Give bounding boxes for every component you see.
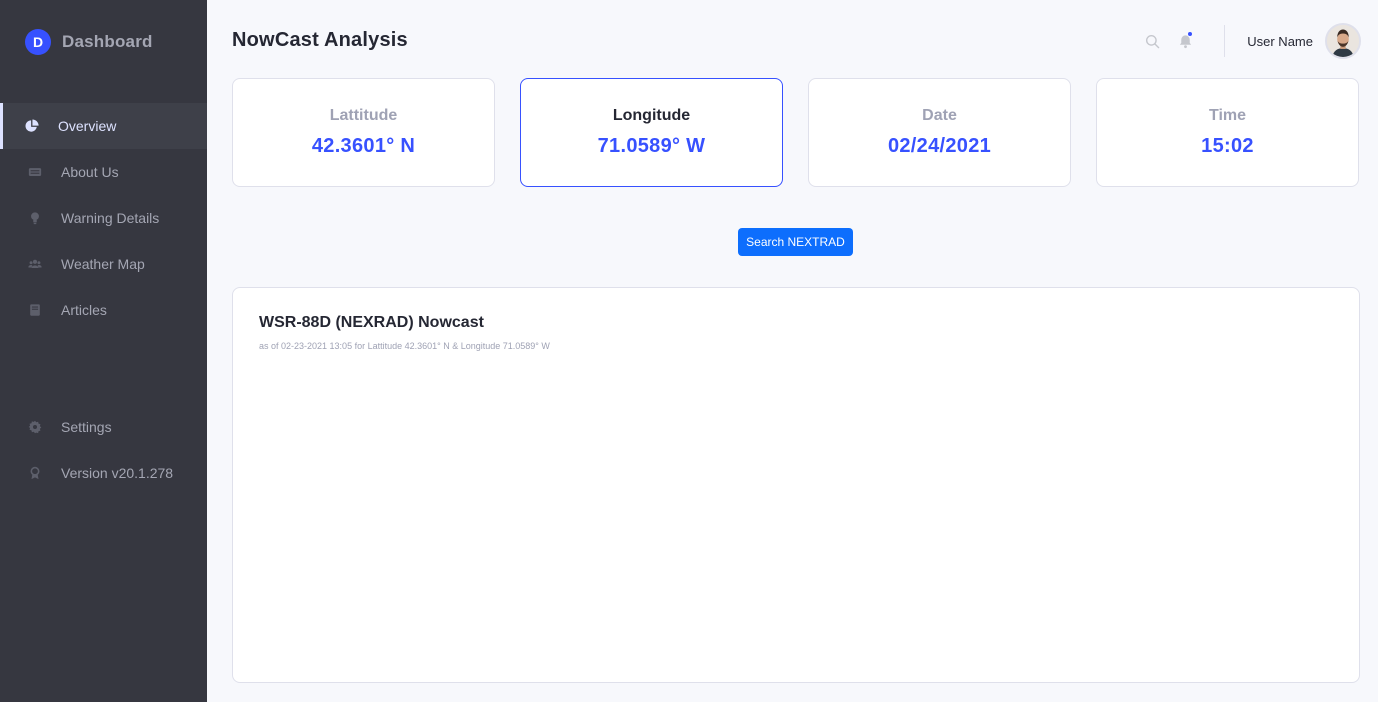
sidebar-item-label: Overview — [58, 118, 117, 134]
sidebar-item-warning-details[interactable]: Warning Details — [0, 195, 207, 241]
card-label: Longitude — [612, 107, 691, 124]
card-label: Time — [1208, 107, 1247, 124]
main-content: NowCast Analysis User Name Lattitude 42.… — [207, 0, 1378, 702]
header-actions: User Name — [1144, 22, 1361, 60]
sidebar-item-label: Warning Details — [61, 210, 160, 226]
longitude-card[interactable]: Longitude 71.0589° W — [520, 78, 783, 187]
card-value: 71.0589° W — [597, 135, 706, 157]
gear-icon — [28, 420, 42, 434]
panel-title: WSR-88D (NEXRAD) Nowcast — [259, 314, 484, 331]
sidebar-item-version[interactable]: Version v20.1.278 — [0, 450, 207, 496]
sidebar-bottom-nav: Settings Version v20.1.278 — [0, 404, 207, 496]
search-icon[interactable] — [1144, 33, 1160, 49]
brand-title: Dashboard — [62, 32, 153, 51]
card-value: 02/24/2021 — [887, 135, 992, 157]
sidebar: D Dashboard Overview About Us Warning De… — [0, 0, 207, 702]
card-value: 15:02 — [1201, 135, 1254, 157]
book-icon — [28, 303, 42, 317]
sidebar-item-label: Articles — [61, 302, 107, 318]
sidebar-item-label: Weather Map — [61, 256, 145, 272]
sidebar-item-label: About Us — [61, 164, 119, 180]
bell-icon[interactable] — [1177, 31, 1194, 49]
nowcast-panel: WSR-88D (NEXRAD) Nowcast as of 02-23-202… — [232, 287, 1360, 683]
pie-chart-icon — [25, 119, 39, 133]
sidebar-nav: Overview About Us Warning Details Weathe… — [0, 103, 207, 333]
page-title: NowCast Analysis — [232, 29, 408, 51]
avatar[interactable] — [1325, 23, 1361, 59]
card-value: 42.3601° N — [311, 135, 416, 157]
card-label: Lattitude — [329, 107, 398, 124]
user-name[interactable]: User Name — [1247, 34, 1313, 49]
card-label: Date — [922, 107, 957, 124]
search-nextrad-button[interactable]: Search NEXTRAD — [738, 228, 853, 256]
ticket-icon — [28, 165, 42, 179]
brand[interactable]: D Dashboard — [0, 0, 207, 84]
latitude-card[interactable]: Lattitude 42.3601° N — [232, 78, 495, 187]
users-icon — [28, 257, 42, 271]
sidebar-item-label: Version v20.1.278 — [61, 465, 174, 481]
avatar-image — [1327, 25, 1359, 57]
sidebar-item-weather-map[interactable]: Weather Map — [0, 241, 207, 287]
sidebar-item-about-us[interactable]: About Us — [0, 149, 207, 195]
sidebar-item-articles[interactable]: Articles — [0, 287, 207, 333]
app-root: D Dashboard Overview About Us Warning De… — [0, 0, 1378, 702]
award-icon — [28, 466, 42, 480]
info-cards: Lattitude 42.3601° N Longitude 71.0589° … — [232, 78, 1359, 187]
panel-subtitle: as of 02-23-2021 13:05 for Lattitude 42.… — [259, 341, 550, 351]
sidebar-item-settings[interactable]: Settings — [0, 404, 207, 450]
sidebar-item-label: Settings — [61, 419, 112, 435]
brand-logo-icon: D — [25, 29, 51, 55]
time-card[interactable]: Time 15:02 — [1096, 78, 1359, 187]
sidebar-item-overview[interactable]: Overview — [0, 103, 207, 149]
header-divider — [1224, 25, 1226, 57]
date-card[interactable]: Date 02/24/2021 — [808, 78, 1071, 187]
lightbulb-icon — [28, 211, 42, 225]
